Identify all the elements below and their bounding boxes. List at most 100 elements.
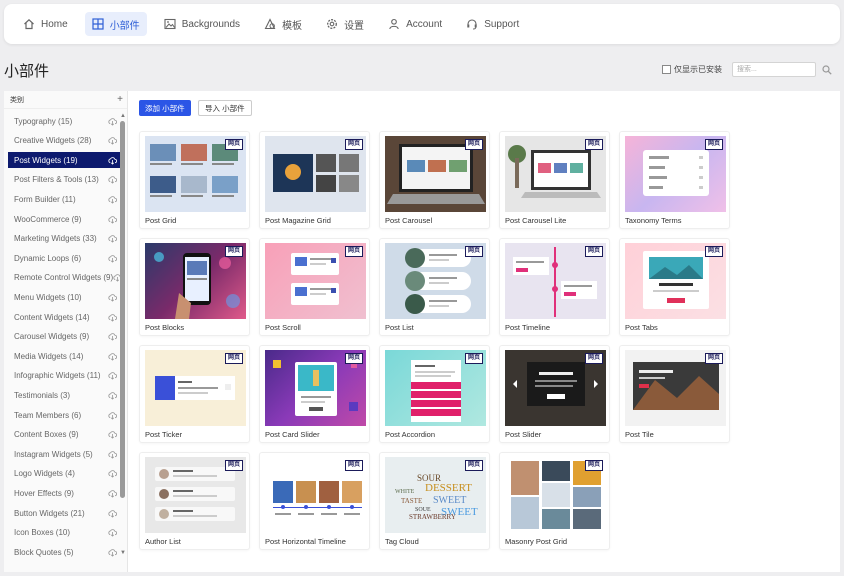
widget-card-author-list[interactable]: 网页 Author List [139,452,250,550]
category-label: Content Boxes (9) [14,430,79,440]
nav-backgrounds[interactable]: Backgrounds [157,12,247,36]
widget-card-post-accordion[interactable]: 网页 Post Accordion [379,345,490,443]
widget-card-post-tabs[interactable]: 网页 Post Tabs [619,238,730,336]
category-item[interactable]: Form Builder (11) [8,191,120,207]
category-item[interactable]: Testimonials (3) [8,387,120,403]
cloud-download-icon[interactable] [108,469,117,478]
nav-home[interactable]: Home [16,12,75,36]
widget-card-post-tile[interactable]: 网页 Post Tile [619,345,730,443]
nav-account-label: Account [406,18,443,30]
widget-card-label: Post Grid [145,216,177,225]
search-icon[interactable] [822,64,832,75]
widget-card-post-slider[interactable]: 网页 Post Slider [499,345,610,443]
widget-card-label: Post Timeline [505,323,551,332]
cloud-download-icon[interactable] [108,254,117,263]
post-slider-thumbnail: 网页 [505,350,606,426]
widget-card-post-magazine-grid[interactable]: 网页 Post Magazine Grid [259,131,370,229]
widget-card-label: Post List [385,323,414,332]
widget-card-masonry-post-grid[interactable]: 网页 Masonry Post Grid [499,452,610,550]
installed-only-checkbox[interactable] [662,65,671,74]
widget-card-label: Post Card Slider [265,430,320,439]
cloud-download-icon[interactable] [108,489,117,498]
web-badge: 网页 [584,353,603,364]
nav-widgets[interactable]: 小部件 [84,12,147,36]
web-badge: 网页 [224,139,243,150]
web-badge: 网页 [584,460,603,471]
post-blocks-thumbnail: 网页 [145,243,246,319]
widget-card-post-grid[interactable]: 网页 Post Grid [139,131,250,229]
cloud-download-icon[interactable] [108,175,117,184]
category-item[interactable]: Logo Widgets (4) [8,466,120,482]
category-item[interactable]: Block Quotes (5) [8,544,120,560]
category-item[interactable]: Remote Control Widgets (9) [8,270,120,286]
add-widget-button[interactable]: 添加 小部件 [139,100,191,116]
svg-text:TASTE: TASTE [401,497,422,505]
category-item[interactable]: WooCommerce (9) [8,211,120,227]
widget-card-post-list[interactable]: 网页 Post List [379,238,490,336]
widget-card-post-horizontal-timeline[interactable]: 网页 Post Horizontal Timeline [259,452,370,550]
widget-card-post-ticker[interactable]: 网页 Post Ticker [139,345,250,443]
category-item[interactable]: Media Widgets (14) [8,348,120,364]
cloud-download-icon[interactable] [108,352,117,361]
category-item[interactable]: Creative Widgets (28) [8,133,120,149]
widget-card-taxonomy-terms[interactable]: 网页 Taxonomy Terms [619,131,730,229]
cloud-download-icon[interactable] [108,411,117,420]
cloud-download-icon[interactable] [108,548,117,557]
import-widget-button[interactable]: 导入 小部件 [198,100,252,116]
widget-card-tag-cloud[interactable]: SOUR DESSERT WHITE TASTE SWEET SOUE STRA… [379,452,490,550]
cloud-download-icon[interactable] [108,313,117,322]
cloud-download-icon[interactable] [113,273,120,282]
category-item[interactable]: Menu Widgets (10) [8,289,120,305]
category-item[interactable]: Dynamic Loops (6) [8,250,120,266]
widget-card-post-timeline[interactable]: 网页 Post Timeline [499,238,610,336]
cloud-download-icon[interactable] [108,156,117,165]
cloud-download-icon[interactable] [108,371,117,380]
cloud-download-icon[interactable] [108,215,117,224]
category-item[interactable]: Hover Effects (9) [8,485,120,501]
widget-card-post-carousel-lite[interactable]: 网页 Post Carousel Lite [499,131,610,229]
post-scroll-thumbnail: 网页 [265,243,366,319]
sidebar-scrollbar[interactable] [120,121,125,498]
widget-card-post-card-slider[interactable]: 网页 Post Card Slider [259,345,370,443]
category-item[interactable]: Marketing Widgets (33) [8,231,120,247]
category-item[interactable]: Carousel Widgets (9) [8,329,120,345]
category-item[interactable]: Instagram Widgets (5) [8,446,120,462]
widget-card-post-scroll[interactable]: 网页 Post Scroll [259,238,370,336]
cloud-download-icon[interactable] [108,117,117,126]
search-input[interactable] [732,62,816,77]
cloud-download-icon[interactable] [108,430,117,439]
widget-card-post-blocks[interactable]: 网页 Post Blocks [139,238,250,336]
widget-card-post-carousel[interactable]: 网页 Post Carousel [379,131,490,229]
cloud-download-icon[interactable] [108,391,117,400]
scroll-up-arrow[interactable]: ▲ [120,113,126,119]
category-item[interactable]: Content Widgets (14) [8,309,120,325]
nav-templates[interactable]: 模板 [257,12,309,36]
nav-settings[interactable]: 设置 [319,12,371,36]
cloud-download-icon[interactable] [108,528,117,537]
cloud-download-icon[interactable] [108,195,117,204]
category-label: Testimonials (3) [14,390,71,400]
cloud-download-icon[interactable] [108,293,117,302]
cloud-download-icon[interactable] [108,136,117,145]
add-category-icon[interactable]: + [117,94,123,105]
category-item[interactable]: Post Widgets (19) [8,152,120,169]
nav-support[interactable]: Support [459,12,526,36]
category-item[interactable]: Typography (15) [8,113,120,129]
web-badge: 网页 [464,460,483,471]
category-item[interactable]: Team Members (6) [8,407,120,423]
cloud-download-icon[interactable] [108,509,117,518]
category-item[interactable]: Infographic Widgets (11) [8,368,120,384]
cloud-download-icon[interactable] [108,450,117,459]
nav-home-label: Home [41,18,68,30]
widget-card-label: Post Tabs [625,323,658,332]
cloud-download-icon[interactable] [108,332,117,341]
cloud-download-icon[interactable] [108,234,117,243]
category-item[interactable]: Icon Boxes (10) [8,525,120,541]
web-badge: 网页 [464,353,483,364]
category-label: Icon Boxes (10) [14,528,71,538]
nav-account[interactable]: Account [381,12,449,36]
scroll-down-arrow[interactable]: ▼ [120,550,126,556]
category-item[interactable]: Post Filters & Tools (13) [8,172,120,188]
category-item[interactable]: Content Boxes (9) [8,427,120,443]
category-item[interactable]: Button Widgets (21) [8,505,120,521]
